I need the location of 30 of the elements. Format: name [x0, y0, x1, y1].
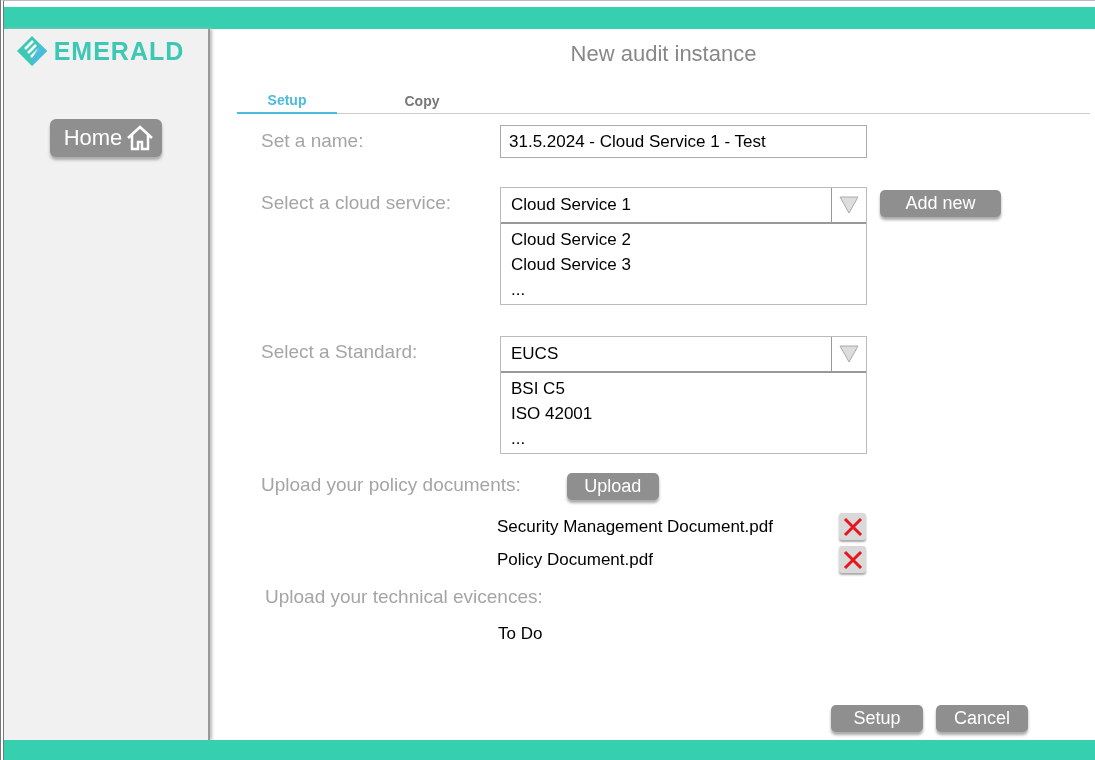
dropdown-option[interactable]: Cloud Service 2: [511, 227, 856, 252]
standard-dropdown[interactable]: EUCS BSI C5 ISO 42001 ...: [500, 336, 867, 454]
brand-name: EMERALD: [53, 36, 185, 66]
delete-button[interactable]: [839, 513, 866, 540]
file-name: Policy Document.pdf: [497, 549, 654, 570]
file-name: Security Management Document.pdf: [497, 516, 774, 537]
dropdown-option[interactable]: ...: [511, 426, 856, 451]
page-title: New audit instance: [570, 41, 757, 67]
home-icon: [126, 125, 155, 151]
name-input[interactable]: 31.5.2024 - Cloud Service 1 - Test: [500, 125, 867, 158]
dropdown-value: Cloud Service 1: [510, 194, 632, 216]
tab[interactable]: Copy: [372, 89, 472, 113]
dropdown-arrow-icon[interactable]: [839, 196, 859, 214]
field-label: Upload your technical evicences:: [265, 586, 544, 608]
dropdown-option[interactable]: Cloud Service 3: [511, 252, 856, 277]
cloud-service-dropdown[interactable]: Cloud Service 1 Cloud Service 2 Cloud Service 3 ...: [500, 187, 867, 305]
dropdown-value: EUCS: [510, 343, 560, 365]
field-label: Upload your policy documents:: [261, 474, 521, 496]
field-label: Select a Standard:: [261, 340, 419, 363]
delete-button[interactable]: [839, 546, 866, 573]
dropdown-arrow-icon[interactable]: [839, 345, 859, 363]
dropdown-option[interactable]: ...: [511, 277, 856, 302]
close-icon: [842, 516, 863, 537]
dropdown-option[interactable]: ISO 42001: [511, 401, 856, 426]
logo-icon: [15, 35, 48, 67]
dropdown-option[interactable]: BSI C5: [511, 376, 856, 401]
close-icon: [842, 549, 863, 570]
field-label: Set a name:: [261, 129, 365, 152]
field-label: Select a cloud service:: [261, 191, 453, 214]
placeholder-note: To Do: [498, 624, 544, 644]
